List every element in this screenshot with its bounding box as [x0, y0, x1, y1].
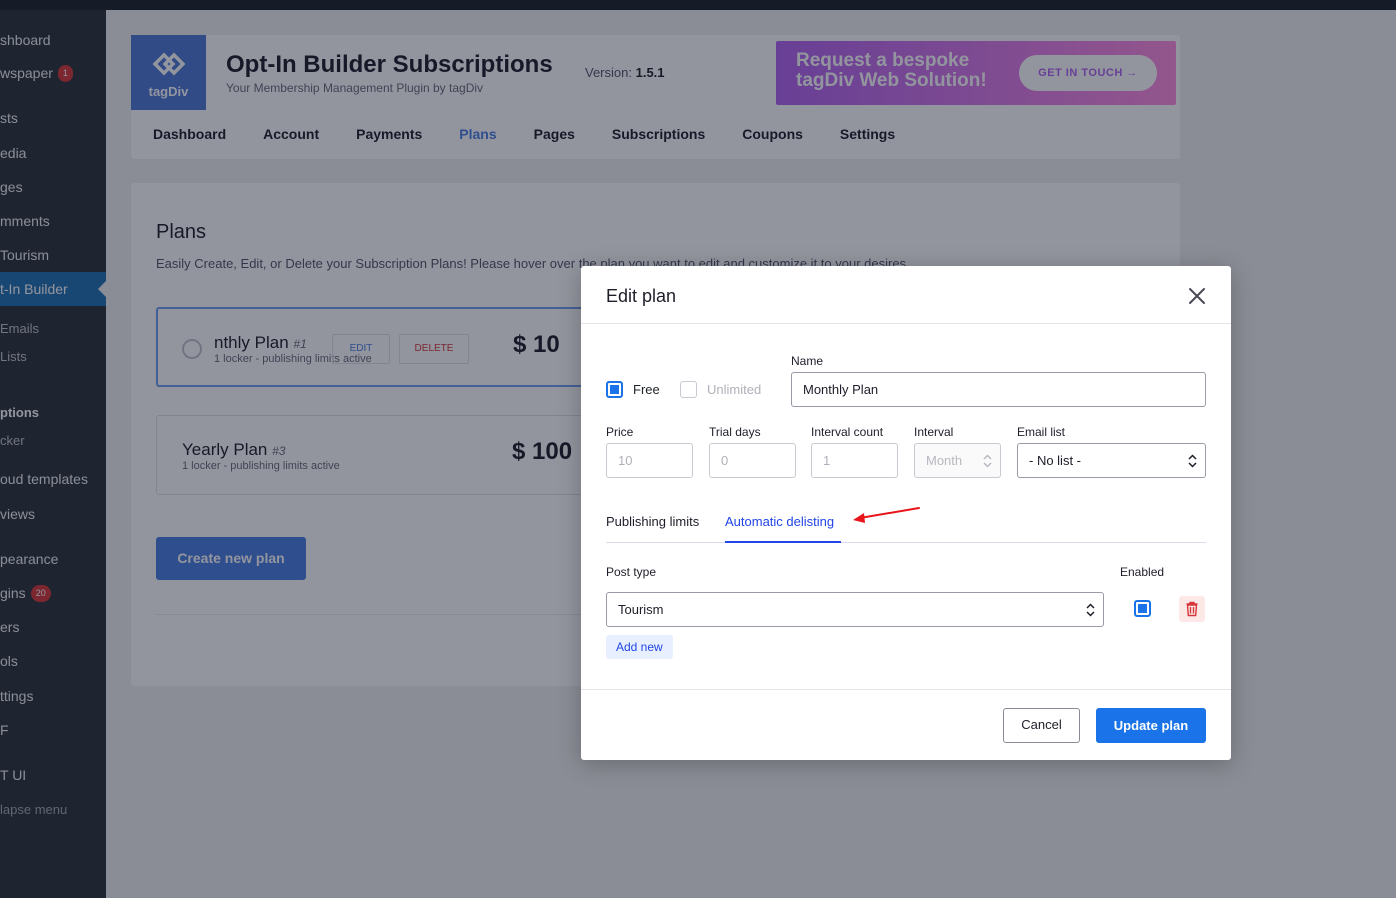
free-checkbox[interactable] — [606, 381, 623, 398]
free-label: Free — [633, 382, 660, 397]
unlimited-checkbox[interactable] — [680, 381, 697, 398]
email-list-select[interactable]: - No list - — [1017, 443, 1206, 478]
modal-footer-divider — [581, 689, 1231, 690]
price-label: Price — [606, 425, 634, 439]
email-list-label: Email list — [1017, 425, 1066, 439]
interval-label: Interval — [914, 425, 954, 439]
annotation-arrow-icon — [853, 507, 920, 523]
modal-header: Edit plan — [581, 266, 1231, 324]
cancel-button[interactable]: Cancel — [1003, 708, 1080, 743]
tab-automatic-delisting[interactable]: Automatic delisting — [725, 514, 834, 529]
post-type-label: Post type — [606, 565, 657, 579]
price-input[interactable]: 10 — [606, 443, 693, 478]
close-icon[interactable] — [1187, 286, 1207, 306]
add-new-button[interactable]: Add new — [606, 635, 673, 659]
name-label: Name — [791, 354, 824, 368]
active-tab-indicator — [725, 541, 841, 543]
enabled-label: Enabled — [1120, 565, 1165, 579]
trial-days-label: Trial days — [709, 425, 761, 439]
chevron-updown-icon — [1188, 454, 1197, 468]
modal-title: Edit plan — [606, 286, 677, 306]
trash-icon — [1186, 601, 1198, 617]
update-plan-button[interactable]: Update plan — [1096, 708, 1206, 743]
delete-row-button[interactable] — [1179, 596, 1205, 622]
chevron-updown-icon — [983, 454, 992, 468]
enabled-checkbox[interactable] — [1134, 600, 1151, 617]
tab-publishing-limits[interactable]: Publishing limits — [606, 514, 699, 529]
chevron-updown-icon — [1086, 603, 1095, 617]
interval-select[interactable]: Month — [914, 443, 1001, 478]
name-input[interactable]: Monthly Plan — [791, 372, 1206, 407]
trial-days-input[interactable]: 0 — [709, 443, 796, 478]
interval-count-input[interactable]: 1 — [811, 443, 898, 478]
unlimited-label: Unlimited — [707, 382, 762, 397]
post-type-select[interactable]: Tourism — [606, 592, 1104, 627]
interval-count-label: Interval count — [811, 425, 884, 439]
